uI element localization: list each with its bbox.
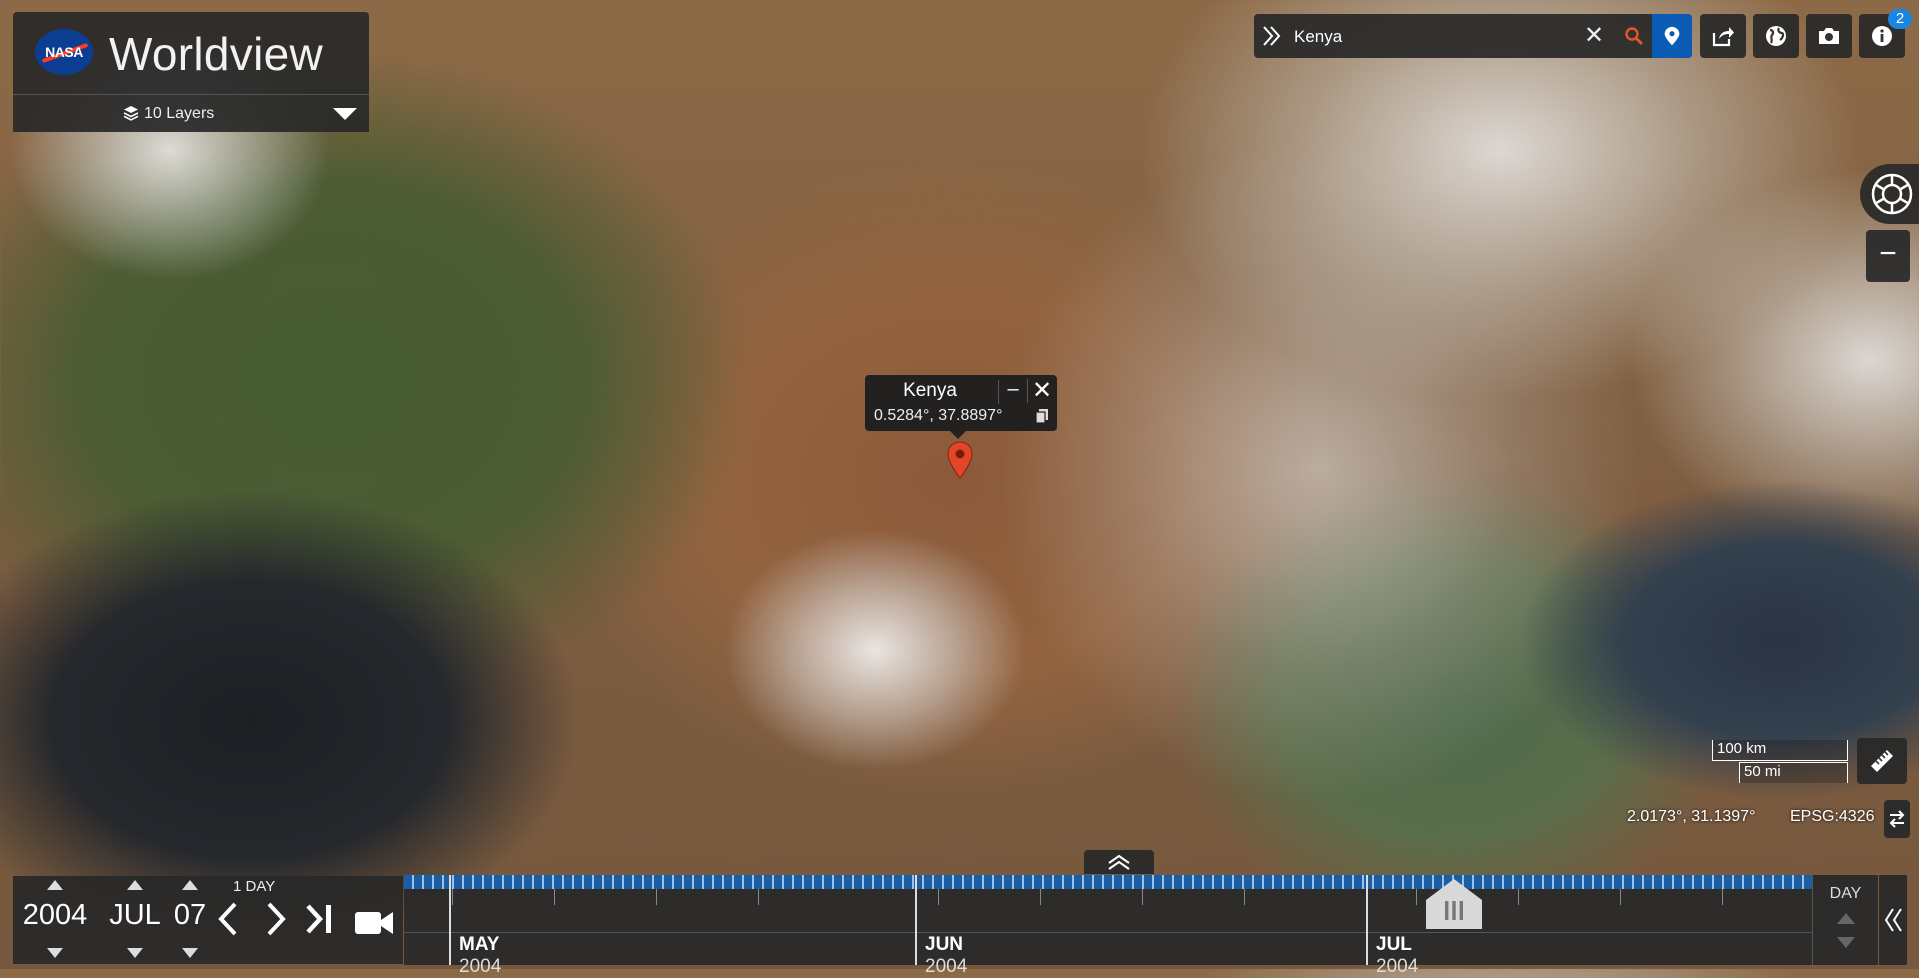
rotate-compass[interactable] xyxy=(1860,164,1919,224)
popup-title: Kenya xyxy=(903,380,957,401)
projection-label: EPSG:4326 xyxy=(1790,808,1875,825)
month-down-arrow[interactable] xyxy=(127,948,143,958)
ruler-icon xyxy=(1871,750,1893,772)
close-popup-button[interactable]: ✕ xyxy=(1027,379,1056,403)
double-chevron-left-icon xyxy=(1884,908,1902,932)
scale-km-label: 100 km xyxy=(1712,740,1848,761)
copy-icon[interactable] xyxy=(1035,408,1049,424)
month-year: 2004 xyxy=(459,956,502,977)
layers-count-label: 10 Layers xyxy=(144,105,215,122)
year-value[interactable]: 2004 xyxy=(20,899,90,932)
timeline-month-may[interactable]: MAY 2004 xyxy=(449,875,501,977)
projection-button[interactable] xyxy=(1753,14,1799,58)
day-up-arrow[interactable] xyxy=(182,880,198,890)
info-icon xyxy=(1872,26,1892,46)
share-button[interactable] xyxy=(1700,14,1746,58)
coordinate-format-toggle[interactable] xyxy=(1884,800,1910,838)
compass-icon xyxy=(1871,173,1913,215)
layers-toggle[interactable]: 10 Layers xyxy=(13,94,369,132)
year-down-arrow[interactable] xyxy=(47,948,63,958)
snapshot-button[interactable] xyxy=(1806,14,1852,58)
data-availability-bar xyxy=(404,875,1812,889)
nasa-logo[interactable]: NASA xyxy=(35,29,93,75)
date-selector: 2004 JUL 07 1 DAY xyxy=(13,876,403,964)
notification-badge: 2 xyxy=(1888,9,1912,29)
previous-day-icon[interactable] xyxy=(213,898,241,940)
chevron-down-icon[interactable] xyxy=(333,108,357,120)
app-title[interactable]: Worldview xyxy=(109,27,323,81)
month-year: 2004 xyxy=(1376,956,1419,977)
month-up-arrow[interactable] xyxy=(127,880,143,890)
popup-coordinates: 0.5284°, 37.8897° xyxy=(874,407,1003,424)
timeline-month-jul[interactable]: JUL 2004 xyxy=(1366,875,1418,977)
timeline-month-jun[interactable]: JUN 2004 xyxy=(915,875,967,977)
reverse-geocode-icon[interactable] xyxy=(1622,24,1646,48)
layers-icon xyxy=(123,106,139,121)
camera-icon xyxy=(1819,28,1839,44)
clear-search-button[interactable]: ✕ xyxy=(1584,22,1604,50)
day-value[interactable]: 07 xyxy=(163,899,217,932)
location-search: ✕ xyxy=(1254,14,1692,58)
globe-icon xyxy=(1766,26,1786,46)
search-input[interactable] xyxy=(1292,22,1596,52)
month-name: JUL xyxy=(1376,934,1412,955)
scale-mi-label: 50 mi xyxy=(1739,762,1848,783)
day-spinner: 07 xyxy=(163,876,217,964)
animation-video-icon[interactable] xyxy=(354,902,394,944)
minimize-popup-button[interactable]: – xyxy=(998,379,1027,404)
month-name: MAY xyxy=(459,934,500,955)
interval-label[interactable]: 1 DAY xyxy=(233,878,275,895)
zoom-level-up-icon[interactable] xyxy=(1837,913,1855,924)
timeline-collapse-button[interactable] xyxy=(1879,875,1907,965)
month-year: 2004 xyxy=(925,956,968,977)
day-down-arrow[interactable] xyxy=(182,948,198,958)
place-marker-button[interactable] xyxy=(1652,14,1692,58)
zoom-level-label: DAY xyxy=(1829,885,1862,902)
timeline-expand-button[interactable] xyxy=(1084,850,1154,874)
swap-icon xyxy=(1889,810,1905,828)
zoom-level-down-icon[interactable] xyxy=(1837,937,1855,948)
timeline-drag-handle[interactable] xyxy=(1424,878,1484,930)
brand-panel: NASA Worldview xyxy=(13,12,369,94)
location-popup: Kenya – ✕ 0.5284°, 37.8897° xyxy=(865,375,1057,439)
chevron-up-icon xyxy=(1108,854,1130,870)
map-marker-icon[interactable] xyxy=(947,441,973,479)
year-up-arrow[interactable] xyxy=(47,880,63,890)
timeline-zoom-level[interactable]: DAY xyxy=(1812,875,1878,965)
next-day-icon[interactable] xyxy=(263,898,291,940)
jump-to-latest-icon[interactable] xyxy=(304,898,338,940)
month-name: JUN xyxy=(925,934,964,955)
measure-button[interactable] xyxy=(1857,738,1907,784)
zoom-out-button[interactable]: − xyxy=(1866,230,1910,282)
share-icon xyxy=(1712,27,1734,47)
cursor-coordinates: 2.0173°, 31.1397° xyxy=(1627,808,1756,825)
nasa-logo-text: NASA xyxy=(45,44,83,60)
timeline[interactable]: MAY 2004 JUN 2004 JUL 2004 xyxy=(404,875,1812,977)
map-pin-icon xyxy=(1664,26,1680,46)
collapse-search-icon[interactable] xyxy=(1260,24,1284,48)
year-spinner: 2004 xyxy=(20,876,90,964)
